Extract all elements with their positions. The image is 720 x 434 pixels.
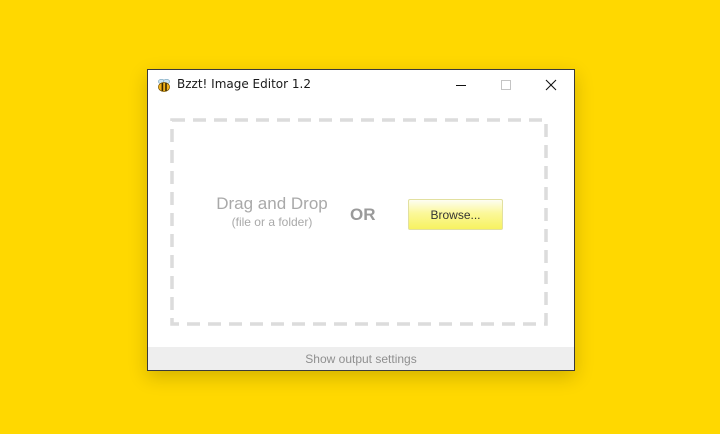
maximize-icon bbox=[501, 80, 511, 90]
drag-drop-title: Drag and Drop bbox=[216, 194, 328, 213]
drag-drop-subtitle: (file or a folder) bbox=[231, 215, 313, 229]
close-button[interactable] bbox=[528, 70, 574, 100]
bee-icon bbox=[157, 78, 171, 92]
browse-button[interactable]: Browse... bbox=[408, 199, 503, 230]
title-bar[interactable]: Bzzt! Image Editor 1.2 bbox=[148, 70, 574, 100]
close-icon bbox=[545, 79, 557, 91]
maximize-button[interactable] bbox=[483, 70, 529, 100]
show-output-settings-label: Show output settings bbox=[305, 351, 417, 366]
drop-zone[interactable]: Drag and Drop (file or a folder) OR Brow… bbox=[170, 118, 548, 326]
minimize-icon bbox=[456, 85, 466, 86]
window-title: Bzzt! Image Editor 1.2 bbox=[177, 77, 311, 91]
minimize-button[interactable] bbox=[438, 70, 484, 100]
desktop-background: Bzzt! Image Editor 1.2 Drag and Drop (fi… bbox=[0, 0, 720, 434]
or-label: OR bbox=[350, 205, 376, 224]
show-output-settings-bar[interactable]: Show output settings bbox=[148, 347, 574, 370]
app-window: Bzzt! Image Editor 1.2 Drag and Drop (fi… bbox=[147, 69, 575, 371]
drag-drop-text: Drag and Drop (file or a folder) bbox=[213, 194, 331, 229]
